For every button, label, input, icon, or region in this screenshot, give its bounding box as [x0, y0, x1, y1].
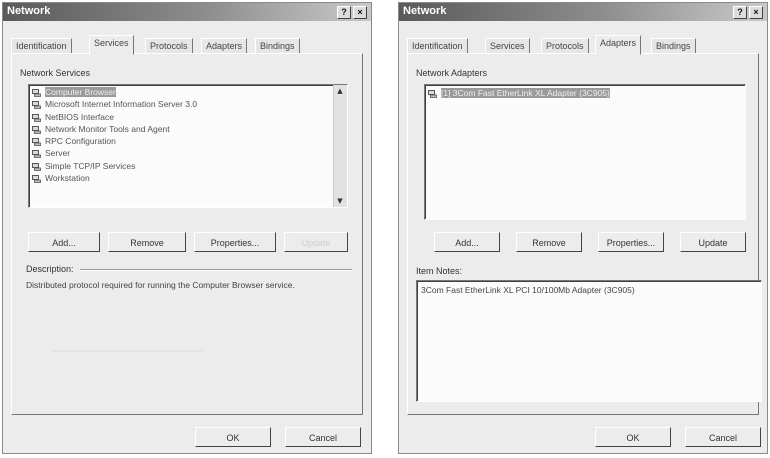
scroll-up-arrow-icon[interactable]: ▲ — [334, 85, 346, 97]
ok-button[interactable]: OK — [595, 427, 671, 447]
ok-button[interactable]: OK — [195, 427, 271, 447]
tab-bindings[interactable]: Bindings — [651, 38, 696, 54]
network-component-icon — [32, 137, 41, 147]
tab-strip: Identification Services Protocols Adapte… — [11, 35, 363, 55]
help-button[interactable]: ? — [337, 6, 351, 19]
network-component-icon — [32, 100, 41, 110]
service-list-item[interactable]: Computer Browser — [29, 86, 347, 98]
network-component-icon — [32, 125, 41, 134]
services-list[interactable]: Computer Browser Microsoft Internet Infor… — [28, 84, 348, 208]
item-notes-text: 3Com Fast EtherLink XL PCI 10/100Mb Adap… — [421, 285, 635, 295]
tab-services[interactable]: Services — [89, 35, 134, 55]
network-component-icon — [32, 162, 41, 171]
network-component-icon — [428, 89, 437, 98]
adapter-list-item[interactable]: [1] 3Com Fast EtherLink XL Adapter (3C90… — [425, 87, 745, 99]
network-component-icon — [32, 88, 41, 97]
close-button[interactable]: × — [353, 6, 367, 19]
service-item-label: Computer Browser — [45, 87, 116, 97]
close-button[interactable]: × — [749, 6, 763, 19]
description-divider — [52, 350, 202, 352]
network-component-icon — [32, 149, 41, 159]
service-item-label: RPC Configuration — [45, 136, 116, 147]
network-dialog-adapters: Network ? × Identification Services Prot… — [398, 2, 768, 454]
scroll-down-arrow-icon[interactable]: ▼ — [334, 195, 346, 207]
service-list-item[interactable]: Workstation — [29, 172, 347, 184]
service-list-item[interactable]: Server — [29, 147, 347, 159]
properties-button[interactable]: Properties... — [194, 232, 276, 252]
description-text: Distributed protocol required for runnin… — [26, 280, 295, 290]
network-component-icon — [32, 174, 41, 183]
description-group-line — [80, 269, 352, 271]
service-item-label: Workstation — [45, 173, 90, 184]
tab-services[interactable]: Services — [485, 38, 530, 54]
tab-protocols[interactable]: Protocols — [145, 38, 193, 54]
tab-bindings[interactable]: Bindings — [255, 38, 300, 54]
adapter-item-label: [1] 3Com Fast EtherLink XL Adapter (3C90… — [441, 88, 610, 98]
cancel-button[interactable]: Cancel — [285, 427, 361, 447]
remove-button[interactable]: Remove — [516, 232, 582, 252]
service-list-item[interactable]: NetBIOS Interface — [29, 111, 347, 123]
service-list-item[interactable]: Microsoft Internet Information Server 3.… — [29, 98, 347, 110]
adapters-tab-panel: Network Adapters [1] 3Com Fast EtherLink… — [407, 53, 762, 415]
network-component-icon — [32, 113, 41, 122]
help-button[interactable]: ? — [733, 6, 747, 19]
tab-identification[interactable]: Identification — [11, 38, 72, 54]
network-adapters-label: Network Adapters — [416, 68, 488, 78]
service-list-item[interactable]: RPC Configuration — [29, 135, 347, 147]
item-notes-label: Item Notes: — [416, 266, 463, 276]
item-notes-box: 3Com Fast EtherLink XL PCI 10/100Mb Adap… — [416, 280, 762, 402]
service-list-item[interactable]: Simple TCP/IP Services — [29, 160, 347, 172]
window-title: Network — [403, 5, 447, 17]
network-dialog-services: Network ? × Identification Services Prot… — [2, 2, 372, 454]
update-button[interactable]: Update — [680, 232, 746, 252]
add-button[interactable]: Add... — [28, 232, 100, 252]
tab-identification[interactable]: Identification — [407, 38, 468, 54]
title-bar[interactable]: Network ? × — [399, 3, 767, 21]
service-list-item[interactable]: Network Monitor Tools and Agent — [29, 123, 347, 135]
remove-button[interactable]: Remove — [108, 232, 186, 252]
tab-adapters[interactable]: Adapters — [201, 38, 248, 54]
tab-protocols[interactable]: Protocols — [541, 38, 589, 54]
service-item-label: Simple TCP/IP Services — [45, 160, 136, 171]
tab-strip: Identification Services Protocols Adapte… — [407, 35, 759, 55]
cancel-button[interactable]: Cancel — [685, 427, 761, 447]
properties-button[interactable]: Properties... — [598, 232, 664, 252]
services-tab-panel: Network Services Computer Browser Microso… — [11, 53, 363, 415]
service-item-label: Network Monitor Tools and Agent — [45, 123, 170, 134]
description-label: Description: — [26, 264, 74, 274]
window-title: Network — [7, 5, 51, 17]
title-bar[interactable]: Network ? × — [3, 3, 371, 21]
update-button[interactable]: Update — [284, 232, 348, 252]
service-item-label: Server — [45, 148, 71, 159]
service-item-label: Microsoft Internet Information Server 3.… — [45, 99, 198, 110]
add-button[interactable]: Add... — [434, 232, 500, 252]
service-item-label: NetBIOS Interface — [45, 111, 114, 122]
tab-adapters[interactable]: Adapters — [595, 35, 642, 55]
adapters-list[interactable]: [1] 3Com Fast EtherLink XL Adapter (3C90… — [424, 84, 746, 220]
network-services-label: Network Services — [20, 68, 91, 78]
services-scrollbar[interactable]: ▲ ▼ — [333, 85, 347, 207]
